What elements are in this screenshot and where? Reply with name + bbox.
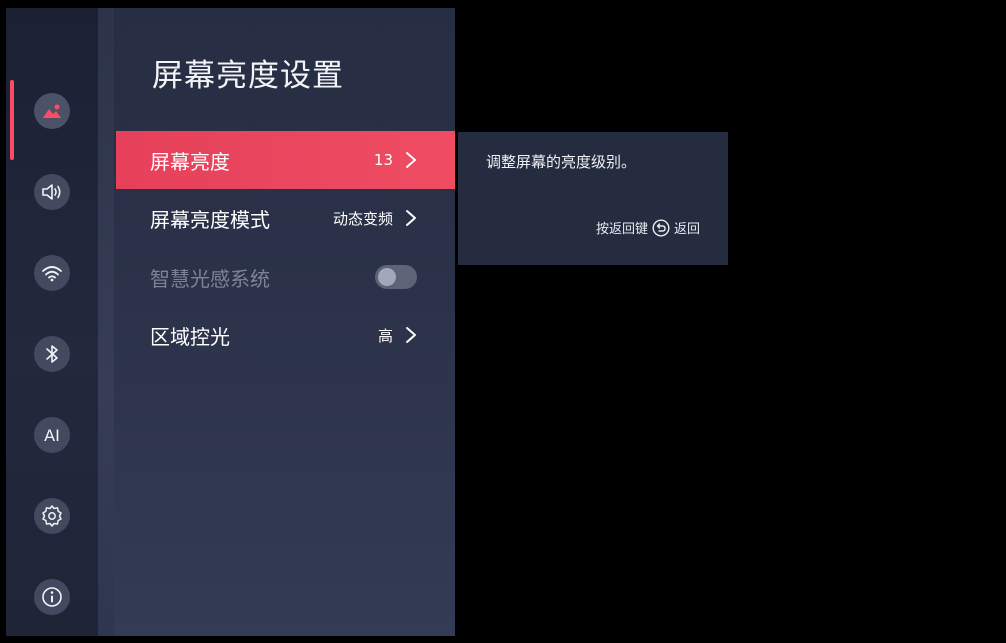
speaker-icon[interactable] bbox=[34, 174, 70, 210]
rail-divider bbox=[98, 8, 114, 636]
menu-item-label: 屏幕亮度模式 bbox=[150, 207, 270, 232]
help-description: 调整屏幕的亮度级别。 bbox=[486, 153, 637, 171]
chevron-right-icon bbox=[406, 152, 416, 168]
brightness-settings-panel: 屏幕亮度设置 屏幕亮度 13 屏幕亮度模式 动态变频 智慧光感系统 区域控光 高 bbox=[114, 8, 455, 636]
menu-item-label: 屏幕亮度 bbox=[150, 149, 230, 174]
ai-icon[interactable]: AI bbox=[34, 417, 70, 453]
menu-item-value: 动态变频 bbox=[332, 209, 393, 228]
back-icon bbox=[652, 218, 670, 237]
back-hint: 按返回键 返回 bbox=[596, 218, 700, 237]
smart-light-sensor-toggle bbox=[375, 265, 417, 289]
bluetooth-icon[interactable] bbox=[34, 336, 70, 372]
toggle-knob bbox=[378, 268, 396, 286]
active-category-indicator bbox=[10, 80, 14, 160]
wifi-icon[interactable] bbox=[34, 255, 70, 291]
menu-item-value: 13 bbox=[373, 151, 393, 169]
ai-icon-label: AI bbox=[44, 425, 60, 445]
help-tooltip: 调整屏幕的亮度级别。 按返回键 返回 bbox=[458, 132, 728, 265]
settings-category-rail: AI bbox=[6, 8, 98, 636]
menu-item-label: 区域控光 bbox=[150, 324, 230, 349]
chevron-right-icon bbox=[406, 327, 416, 343]
page-title: 屏幕亮度设置 bbox=[152, 58, 344, 94]
menu-item-local-dimming[interactable]: 区域控光 高 bbox=[116, 306, 455, 364]
picture-icon[interactable] bbox=[34, 93, 70, 129]
menu-item-screen-brightness[interactable]: 屏幕亮度 13 bbox=[116, 131, 455, 189]
back-hint-prefix: 按返回键 bbox=[595, 222, 648, 237]
menu-item-label: 智慧光感系统 bbox=[150, 266, 270, 291]
menu-item-smart-light-sensor: 智慧光感系统 bbox=[116, 248, 455, 306]
menu-item-brightness-mode[interactable]: 屏幕亮度模式 动态变频 bbox=[116, 189, 455, 247]
gear-icon[interactable] bbox=[34, 498, 70, 534]
info-icon[interactable] bbox=[34, 579, 70, 615]
menu-item-value: 高 bbox=[377, 326, 393, 345]
chevron-right-icon bbox=[406, 210, 416, 226]
back-hint-suffix: 返回 bbox=[673, 222, 700, 237]
